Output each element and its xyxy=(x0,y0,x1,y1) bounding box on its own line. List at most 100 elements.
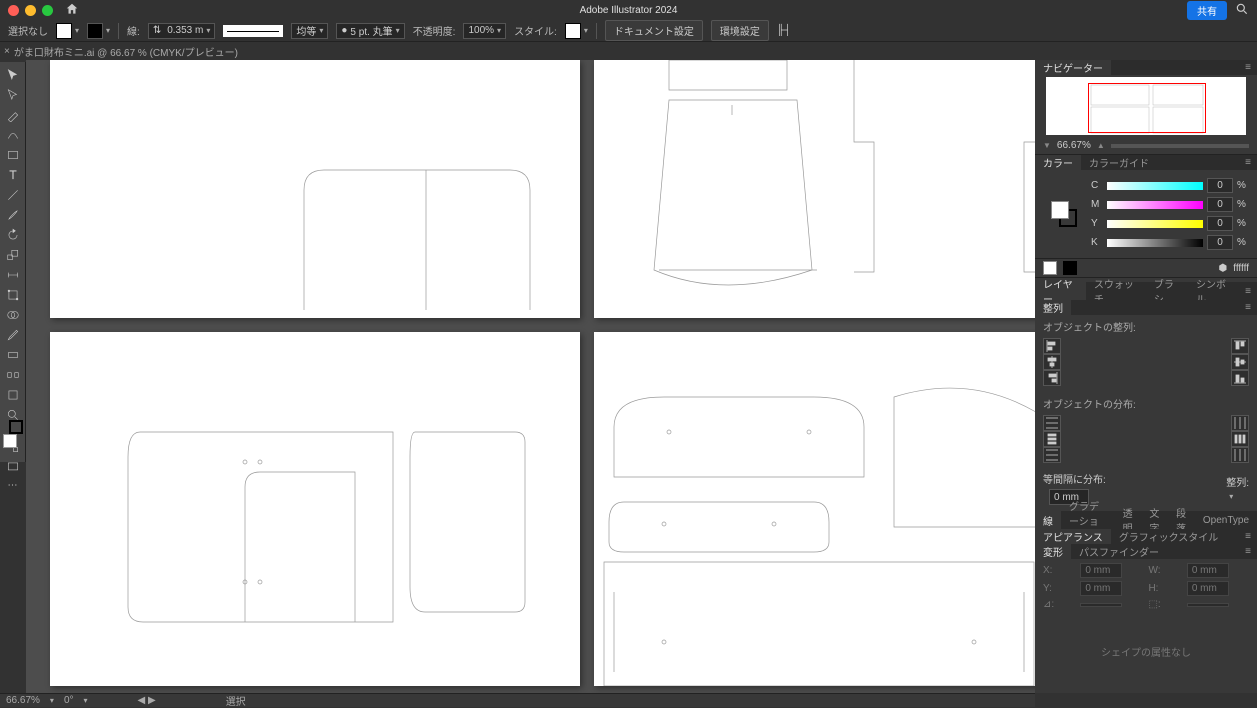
panel-menu-icon[interactable]: ≡ xyxy=(1239,157,1257,168)
black-slider[interactable] xyxy=(1107,239,1203,247)
status-zoom[interactable]: 66.67% xyxy=(6,695,40,706)
artboard-1[interactable] xyxy=(50,60,580,318)
align-top[interactable] xyxy=(1231,338,1249,354)
document-tab[interactable]: がま口財布ミニ.ai @ 66.67 % (CMYK/プレビュー) xyxy=(14,44,238,59)
edit-toolbar-icon[interactable]: ⋯ xyxy=(5,480,21,491)
align-left[interactable] xyxy=(1043,338,1061,354)
tab-brushes[interactable]: ブラシ xyxy=(1146,282,1188,300)
zoom-out-icon[interactable]: ▼ xyxy=(1043,141,1051,150)
stroke-preview[interactable] xyxy=(223,25,283,37)
pen-tool[interactable] xyxy=(5,108,21,122)
cyan-slider[interactable] xyxy=(1107,182,1203,190)
search-icon[interactable] xyxy=(1235,2,1249,19)
yellow-slider[interactable] xyxy=(1107,220,1203,228)
align-bottom[interactable] xyxy=(1231,370,1249,386)
stroke-swatch[interactable] xyxy=(87,23,103,39)
canvas[interactable] xyxy=(26,60,1035,693)
screen-mode-icon[interactable] xyxy=(5,460,21,474)
h-input[interactable]: 0 mm xyxy=(1187,581,1229,596)
paintbrush-tool[interactable] xyxy=(5,208,21,222)
zoom-in-icon[interactable]: ▲ xyxy=(1097,141,1105,150)
dist-top[interactable] xyxy=(1043,415,1061,431)
artboard-2[interactable] xyxy=(594,60,1035,318)
y-input[interactable]: 0 mm xyxy=(1080,581,1122,596)
free-transform-tool[interactable] xyxy=(5,288,21,302)
tab-paragraph[interactable]: 段落 xyxy=(1168,511,1195,529)
panel-menu-icon[interactable]: ≡ xyxy=(1239,62,1257,73)
color-fill-stroke[interactable] xyxy=(1051,201,1077,227)
tab-stroke[interactable]: 線 xyxy=(1035,511,1061,529)
dist-left[interactable] xyxy=(1231,415,1249,431)
tab-opentype[interactable]: OpenType xyxy=(1195,511,1257,529)
black-value[interactable]: 0 xyxy=(1207,235,1233,250)
selection-tool[interactable] xyxy=(5,68,21,82)
tab-character[interactable]: 文字 xyxy=(1141,511,1168,529)
dist-hcenter[interactable] xyxy=(1231,431,1249,447)
doc-setup-button[interactable]: ドキュメント設定 xyxy=(605,20,703,41)
artboard-tool[interactable] xyxy=(5,388,21,402)
type-tool[interactable] xyxy=(5,168,21,182)
tab-transparency[interactable]: 透明 xyxy=(1115,511,1142,529)
opacity-input[interactable]: 100% ▾ xyxy=(463,23,506,39)
scale-tool[interactable] xyxy=(5,248,21,262)
magenta-slider[interactable] xyxy=(1107,201,1203,209)
magenta-value[interactable]: 0 xyxy=(1207,197,1233,212)
yellow-value[interactable]: 0 xyxy=(1207,216,1233,231)
tab-layers[interactable]: レイヤー xyxy=(1035,282,1086,300)
tab-pathfinder[interactable]: パスファインダー xyxy=(1071,544,1167,559)
home-icon[interactable] xyxy=(65,2,79,19)
panel-menu-icon[interactable]: ≡ xyxy=(1239,286,1257,297)
tab-color-guide[interactable]: カラーガイド xyxy=(1081,155,1157,170)
fill-swatch[interactable] xyxy=(56,23,72,39)
align-to-icon[interactable]: ╟┤ xyxy=(777,25,791,36)
tab-close[interactable]: × xyxy=(4,46,10,57)
panel-menu-icon[interactable]: ≡ xyxy=(1239,531,1257,542)
share-button[interactable]: 共有 xyxy=(1187,1,1227,20)
tab-graphic-styles[interactable]: グラフィックスタイル xyxy=(1111,529,1227,544)
brush-select[interactable]: ● 5 pt. 丸筆 ▾ xyxy=(336,23,404,39)
align-vcenter[interactable] xyxy=(1231,354,1249,370)
zoom-value[interactable]: 66.67% xyxy=(1057,140,1091,151)
dist-right[interactable] xyxy=(1231,447,1249,463)
style-swatch[interactable] xyxy=(565,23,581,39)
window-minimize[interactable] xyxy=(25,5,36,16)
navigator-preview[interactable] xyxy=(1046,77,1246,135)
panel-menu-icon[interactable]: ≡ xyxy=(1239,546,1257,557)
rectangle-tool[interactable] xyxy=(5,148,21,162)
dist-bottom[interactable] xyxy=(1043,447,1061,463)
stroke-width-input[interactable]: ⇅0.353 m▾ xyxy=(148,23,216,39)
gradient-tool[interactable] xyxy=(5,348,21,362)
hex-white-swatch[interactable] xyxy=(1043,261,1057,275)
tab-transform[interactable]: 変形 xyxy=(1035,544,1071,559)
chevron-down-icon[interactable]: ▾ xyxy=(75,26,79,35)
artboard-3[interactable] xyxy=(50,332,580,686)
stroke-profile[interactable]: 均等 ▾ xyxy=(291,23,328,39)
hex-black-swatch[interactable] xyxy=(1063,261,1077,275)
prefs-button[interactable]: 環境設定 xyxy=(711,20,769,41)
eyedropper-tool[interactable] xyxy=(5,328,21,342)
tab-align[interactable]: 整列 xyxy=(1035,300,1071,315)
status-rotation[interactable]: 0° xyxy=(64,695,74,706)
align-hcenter[interactable] xyxy=(1043,354,1061,370)
tab-gradient[interactable]: グラデーション xyxy=(1061,511,1115,529)
artboard-4[interactable] xyxy=(594,332,1035,686)
chevron-down-icon[interactable]: ▾ xyxy=(106,26,110,35)
window-close[interactable] xyxy=(8,5,19,16)
window-zoom[interactable] xyxy=(42,5,53,16)
panel-menu-icon[interactable]: ≡ xyxy=(1239,302,1257,313)
align-right[interactable] xyxy=(1043,370,1061,386)
dist-vcenter[interactable] xyxy=(1043,431,1061,447)
blend-tool[interactable] xyxy=(5,368,21,382)
tab-color[interactable]: カラー xyxy=(1035,155,1081,170)
zoom-slider[interactable] xyxy=(1111,144,1249,148)
line-tool[interactable] xyxy=(5,188,21,202)
tab-symbols[interactable]: シンボル xyxy=(1188,282,1239,300)
tab-navigator[interactable]: ナビゲーター xyxy=(1035,60,1111,75)
curvature-tool[interactable] xyxy=(5,128,21,142)
tab-appearance[interactable]: アピアランス xyxy=(1035,529,1111,544)
cyan-value[interactable]: 0 xyxy=(1207,178,1233,193)
w-input[interactable]: 0 mm xyxy=(1187,563,1229,578)
angle-input[interactable] xyxy=(1080,603,1122,607)
width-tool[interactable] xyxy=(5,268,21,282)
shape-builder-tool[interactable] xyxy=(5,308,21,322)
